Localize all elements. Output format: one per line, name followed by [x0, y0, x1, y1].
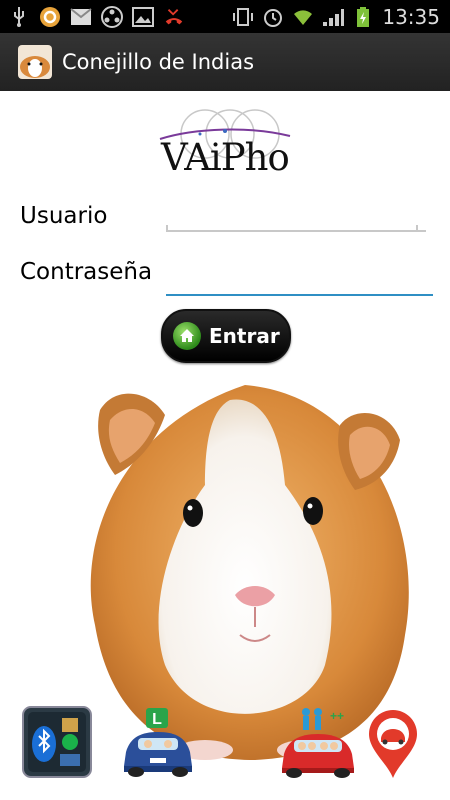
- svg-text:++: ++: [330, 709, 344, 723]
- signal-icon: [322, 6, 345, 28]
- enter-button-label: Entrar: [209, 324, 280, 348]
- password-label: Contraseña: [20, 259, 153, 285]
- status-bar: 13:35: [0, 0, 450, 33]
- sync-icon: [39, 6, 61, 28]
- wifi-icon: [292, 6, 314, 28]
- sms-icon: [101, 5, 123, 28]
- vaipho-logo: VAiPho: [155, 104, 295, 188]
- field-tick-left: [166, 225, 168, 232]
- enter-button[interactable]: Entrar: [161, 309, 291, 363]
- bluetooth-apps-icon[interactable]: [22, 706, 92, 778]
- system-icons: 13:35: [232, 5, 450, 29]
- alarm-icon: [262, 6, 284, 28]
- carpool-group-icon[interactable]: ++: [278, 706, 358, 780]
- usb-icon: [8, 6, 30, 28]
- notification-icons: [0, 5, 185, 28]
- guinea-pig-app-icon[interactable]: [18, 45, 52, 79]
- field-tick-right: [416, 225, 418, 232]
- app-bar: Conejillo de Indias: [0, 33, 450, 91]
- vibrate-icon: [232, 6, 254, 28]
- logo-text: VAiPho: [161, 136, 290, 179]
- guinea-pig-image: [55, 365, 445, 765]
- user-field[interactable]: [166, 200, 426, 232]
- clock-time: 13:35: [382, 4, 440, 29]
- gmail-icon: [70, 6, 92, 28]
- learner-car-icon[interactable]: L: [120, 708, 196, 778]
- battery-icon: [352, 6, 374, 28]
- location-car-pin-icon[interactable]: [367, 708, 419, 780]
- svg-text:L: L: [152, 711, 162, 728]
- home-icon: [173, 322, 201, 350]
- missed-call-icon: [163, 6, 185, 28]
- user-label: Usuario: [20, 203, 108, 229]
- app-title: Conejillo de Indias: [62, 50, 255, 74]
- image-icon: [132, 6, 154, 28]
- password-field[interactable]: [166, 260, 433, 296]
